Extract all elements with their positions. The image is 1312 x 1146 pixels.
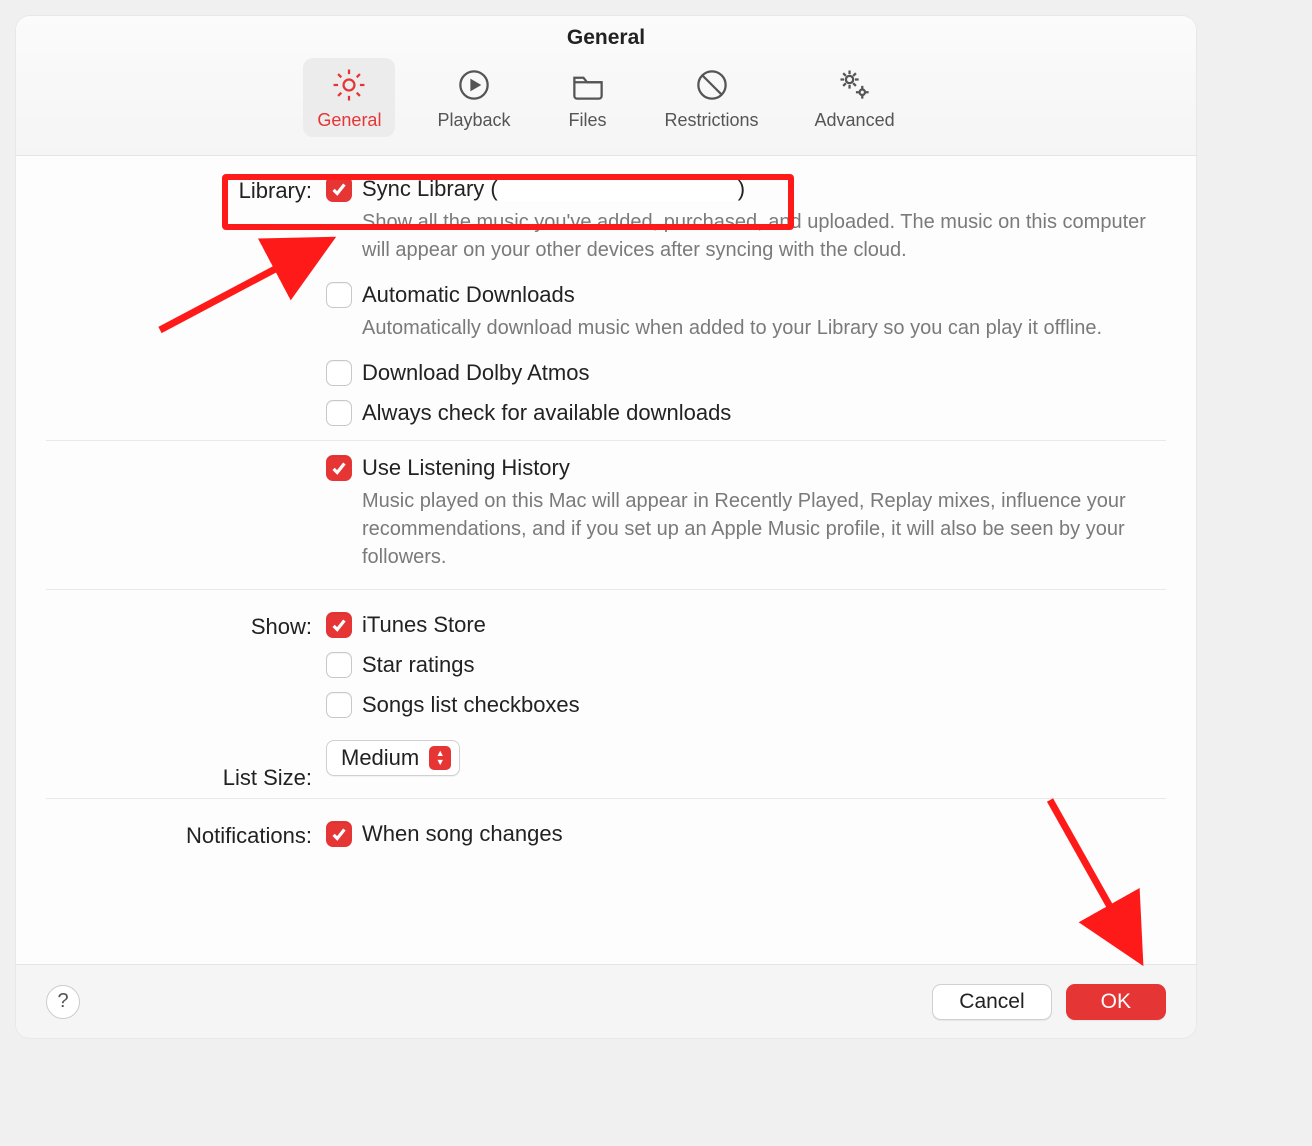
- sync-library-label: Sync Library (): [362, 176, 745, 202]
- divider: [46, 440, 1166, 441]
- list-size-select[interactable]: Medium ▲▼: [326, 740, 460, 776]
- content: Library: Sync Library () Show all the mu…: [16, 156, 1196, 853]
- cancel-button[interactable]: Cancel: [932, 984, 1051, 1020]
- label-library: Library:: [46, 176, 326, 204]
- dolby-label: Download Dolby Atmos: [362, 360, 589, 386]
- song-changes-option[interactable]: When song changes: [326, 821, 1166, 847]
- song-changes-label: When song changes: [362, 821, 563, 847]
- window-title: General: [16, 26, 1196, 50]
- listening-history-desc: Music played on this Mac will appear in …: [362, 487, 1152, 571]
- list-size-value: Medium: [341, 745, 419, 771]
- label-show: Show:: [46, 612, 326, 640]
- tab-label: Restrictions: [665, 110, 759, 131]
- auto-downloads-option[interactable]: Automatic Downloads: [326, 282, 1166, 308]
- divider: [46, 589, 1166, 590]
- check-downloads-label: Always check for available downloads: [362, 400, 731, 426]
- check-downloads-checkbox[interactable]: [326, 400, 352, 426]
- sync-library-option[interactable]: Sync Library (): [326, 176, 1166, 202]
- dolby-option[interactable]: Download Dolby Atmos: [326, 360, 1166, 386]
- tab-label: Playback: [437, 110, 510, 131]
- prohibit-icon: [691, 64, 733, 106]
- row-notifications: Notifications: When song changes: [46, 821, 1166, 853]
- dolby-checkbox[interactable]: [326, 360, 352, 386]
- updown-icon: ▲▼: [429, 746, 451, 770]
- star-ratings-option[interactable]: Star ratings: [326, 652, 1166, 678]
- itunes-store-checkbox[interactable]: [326, 612, 352, 638]
- itunes-store-label: iTunes Store: [362, 612, 486, 638]
- divider: [46, 798, 1166, 799]
- tab-label: Files: [568, 110, 606, 131]
- listening-history-option[interactable]: Use Listening History: [326, 455, 1166, 481]
- tab-restrictions[interactable]: Restrictions: [651, 58, 773, 137]
- tab-playback[interactable]: Playback: [423, 58, 524, 137]
- song-changes-checkbox[interactable]: [326, 821, 352, 847]
- tab-bar: General Playback Files Restrictions: [16, 58, 1196, 137]
- tab-label: General: [317, 110, 381, 131]
- tab-general[interactable]: General: [303, 58, 395, 137]
- label-list-size: List Size:: [46, 763, 326, 791]
- listening-history-label: Use Listening History: [362, 455, 570, 481]
- auto-downloads-checkbox[interactable]: [326, 282, 352, 308]
- help-icon: ?: [57, 990, 68, 1013]
- star-ratings-checkbox[interactable]: [326, 652, 352, 678]
- preferences-window: General General Playback Files: [16, 16, 1196, 1038]
- row-library: Library: Sync Library () Show all the mu…: [46, 176, 1166, 604]
- auto-downloads-desc: Automatically download music when added …: [362, 314, 1152, 342]
- songs-checkboxes-checkbox[interactable]: [326, 692, 352, 718]
- tab-advanced[interactable]: Advanced: [801, 58, 909, 137]
- tab-files[interactable]: Files: [553, 58, 623, 137]
- star-ratings-label: Star ratings: [362, 652, 475, 678]
- row-list-size: List Size: Medium ▲▼: [46, 740, 1166, 813]
- redacted-account: [498, 179, 738, 201]
- sync-library-checkbox[interactable]: [326, 176, 352, 202]
- row-show: Show: iTunes Store Star ratings Songs li…: [46, 612, 1166, 732]
- itunes-store-option[interactable]: iTunes Store: [326, 612, 1166, 638]
- sync-library-desc: Show all the music you've added, purchas…: [362, 208, 1152, 264]
- play-icon: [453, 64, 495, 106]
- gear-icon: [328, 64, 370, 106]
- footer: ? Cancel OK: [16, 964, 1196, 1038]
- check-downloads-option[interactable]: Always check for available downloads: [326, 400, 1166, 426]
- label-notifications: Notifications:: [46, 821, 326, 849]
- songs-checkboxes-label: Songs list checkboxes: [362, 692, 580, 718]
- listening-history-checkbox[interactable]: [326, 455, 352, 481]
- help-button[interactable]: ?: [46, 985, 80, 1019]
- tab-label: Advanced: [815, 110, 895, 131]
- gears-icon: [834, 64, 876, 106]
- folder-icon: [567, 64, 609, 106]
- ok-button[interactable]: OK: [1066, 984, 1166, 1020]
- songs-checkboxes-option[interactable]: Songs list checkboxes: [326, 692, 1166, 718]
- auto-downloads-label: Automatic Downloads: [362, 282, 575, 308]
- header: General General Playback Files: [16, 16, 1196, 156]
